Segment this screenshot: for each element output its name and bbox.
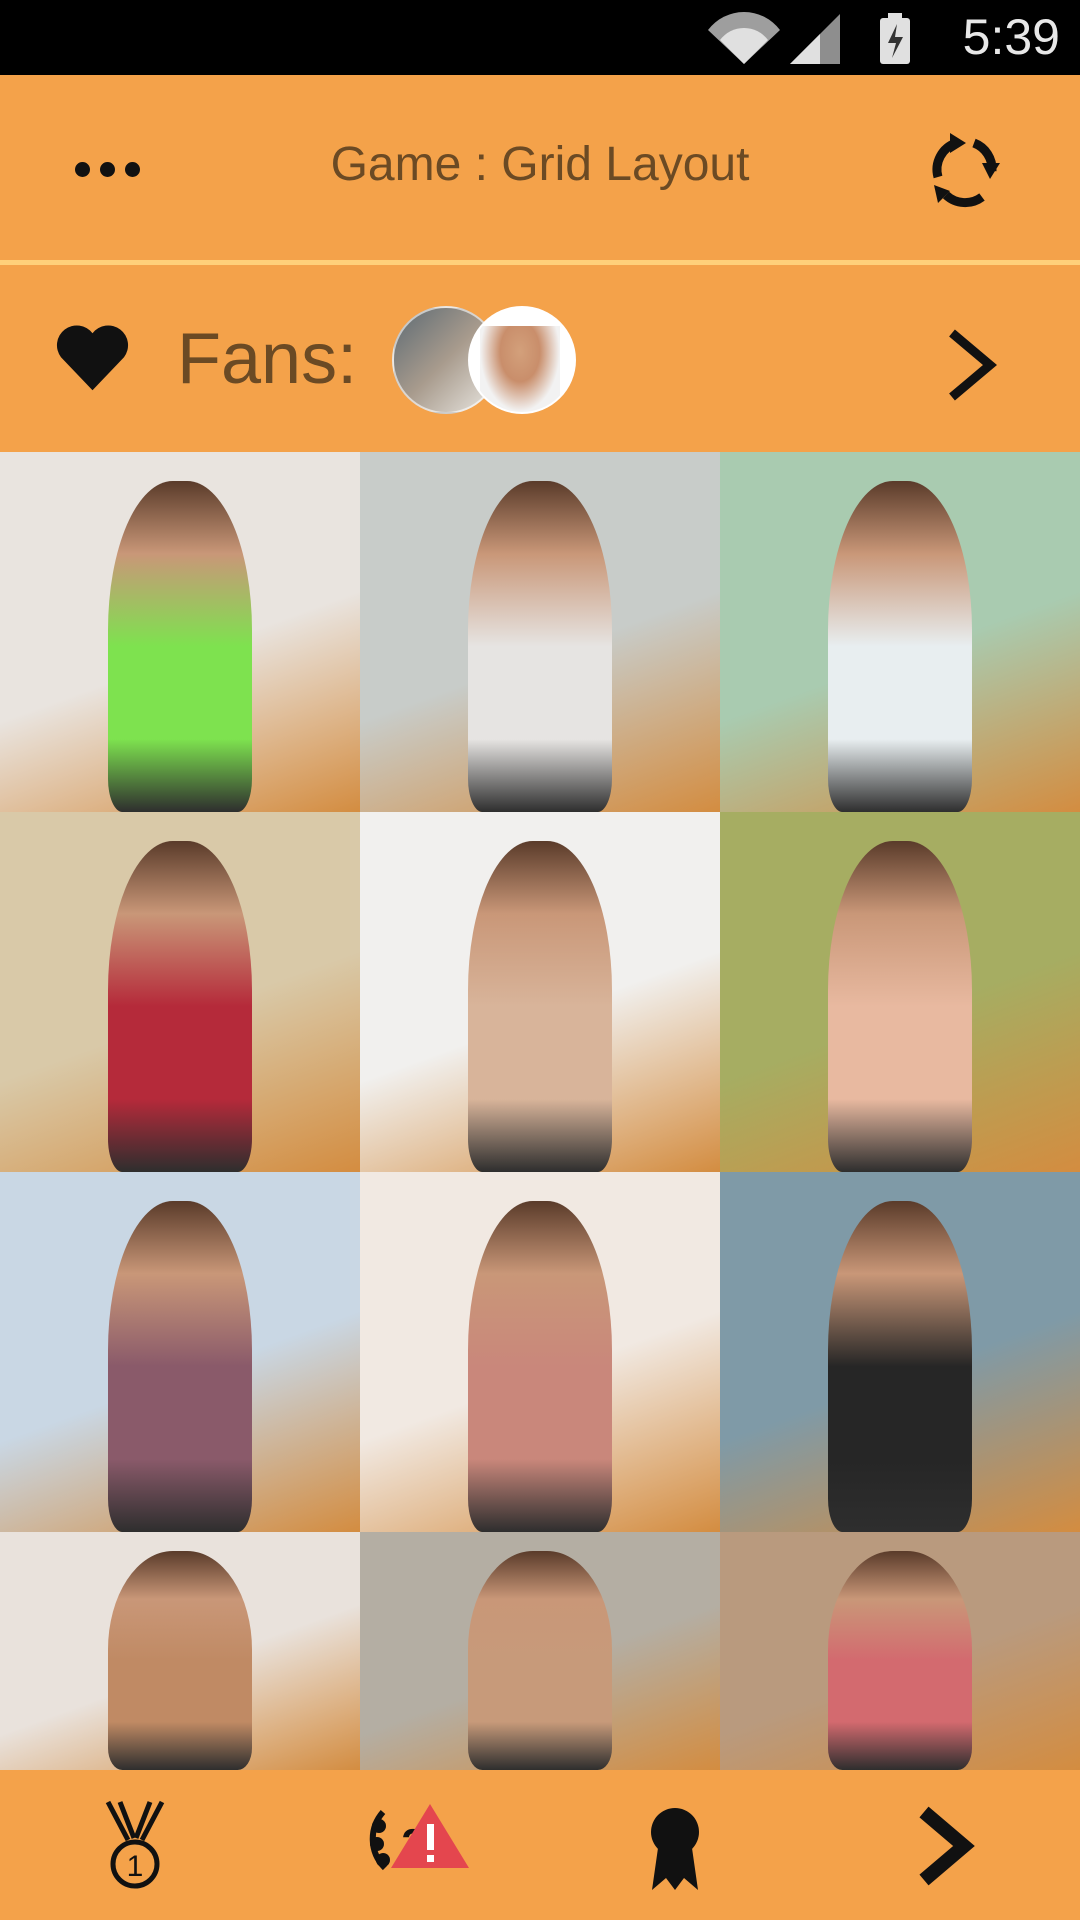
photo-tile[interactable]	[360, 452, 720, 812]
photo-subject	[828, 840, 972, 1172]
status-time: 5:39	[962, 9, 1060, 65]
photo-tile[interactable]	[0, 452, 360, 812]
signal-icon	[790, 14, 840, 64]
heart-icon	[56, 325, 129, 391]
photo-tile[interactable]	[720, 1532, 1080, 1770]
photo-tile[interactable]	[720, 452, 1080, 812]
status-bar: 5:39	[0, 0, 1080, 75]
photo-grid	[0, 452, 1080, 1770]
chevron-right-icon[interactable]	[900, 1798, 990, 1893]
chevron-right-icon[interactable]	[942, 325, 1002, 405]
photo-subject	[468, 1200, 612, 1532]
fan-avatar[interactable]	[468, 306, 576, 414]
photo-subject	[828, 1200, 972, 1532]
photo-subject	[108, 1551, 252, 1770]
photo-tile[interactable]	[0, 1532, 360, 1770]
photo-subject	[828, 1551, 972, 1770]
photo-tile[interactable]	[360, 812, 720, 1172]
photo-subject	[108, 480, 252, 812]
app-bar: Game : Grid Layout	[0, 75, 1080, 260]
photo-subject	[468, 480, 612, 812]
fans-bar[interactable]: Fans:	[0, 265, 1080, 452]
photo-tile[interactable]	[360, 1172, 720, 1532]
photo-tile[interactable]	[0, 1172, 360, 1532]
ribbon-award-icon[interactable]	[630, 1798, 720, 1893]
photo-subject	[468, 840, 612, 1172]
photo-subject	[468, 1551, 612, 1770]
photo-subject	[108, 840, 252, 1172]
laurel-warning-icon[interactable]: 2	[365, 1798, 475, 1893]
photo-tile[interactable]	[360, 1532, 720, 1770]
battery-icon	[880, 13, 910, 64]
photo-tile[interactable]	[720, 1172, 1080, 1532]
bottom-nav: 1 2	[0, 1770, 1080, 1920]
status-icons	[708, 12, 910, 64]
photo-tile[interactable]	[0, 812, 360, 1172]
wifi-icon	[708, 12, 780, 64]
photo-subject	[828, 480, 972, 812]
svg-text:1: 1	[127, 1850, 144, 1883]
refresh-icon[interactable]	[920, 125, 1010, 215]
photo-tile[interactable]	[720, 812, 1080, 1172]
photo-subject	[108, 1200, 252, 1532]
medal-first-icon[interactable]: 1	[90, 1798, 180, 1893]
fans-label: Fans:	[177, 319, 358, 399]
page-title: Game : Grid Layout	[330, 138, 750, 191]
